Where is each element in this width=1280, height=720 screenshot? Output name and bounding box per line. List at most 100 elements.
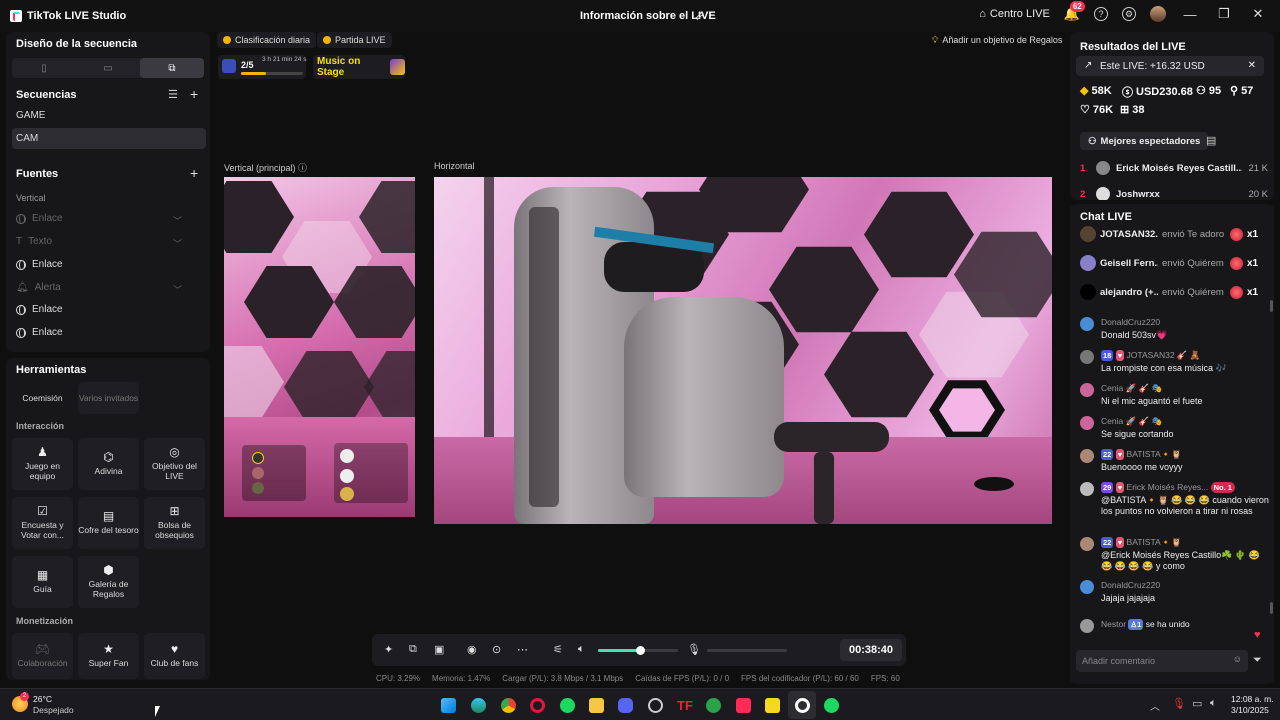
avatar[interactable] <box>1150 6 1166 22</box>
centro-live-button[interactable]: ⌂ Centro LIVE <box>979 8 1050 20</box>
maximize-icon[interactable]: ❐ <box>1214 6 1234 22</box>
edge-icon[interactable] <box>471 698 486 713</box>
share-icon[interactable]: ⇗ <box>694 8 705 24</box>
tool-super-fan[interactable]: ★ Super Fan <box>78 633 139 679</box>
sticky-notes-icon[interactable] <box>765 698 780 713</box>
gifters-stat: ⊞ 38 <box>1120 103 1145 117</box>
spotify-icon[interactable] <box>560 698 575 713</box>
windows-start-icon[interactable] <box>441 698 456 713</box>
add-source-icon[interactable]: + <box>190 165 198 181</box>
screen-add-icon[interactable]: ⧉ <box>409 643 417 656</box>
display-icon[interactable]: ▭ <box>1192 697 1202 710</box>
vertical-preview[interactable] <box>224 177 415 517</box>
tool-poll[interactable]: ☑ Encuesta y Votar con... <box>12 497 73 549</box>
audio-mixer-icon[interactable]: ⚟ <box>553 643 563 656</box>
add-sequence-icon[interactable]: + <box>190 86 198 102</box>
source-item[interactable]: Enlace <box>16 259 63 270</box>
magic-wand-icon[interactable]: ✦ <box>384 643 393 656</box>
tool-treasure-chest[interactable]: ▤ Cofre del tesoro <box>78 497 139 549</box>
sequence-item-game[interactable]: GAME <box>16 110 45 121</box>
tool-collaboration[interactable]: 🎮︎ Colaboración <box>12 633 73 679</box>
link-icon <box>16 213 26 224</box>
layer-icon[interactable]: ▣ <box>434 643 444 656</box>
chrome-icon[interactable] <box>501 698 516 713</box>
tool-team-game[interactable]: ♟ Juego en equipo <box>12 438 73 490</box>
avatar <box>1080 226 1096 242</box>
level-badge: 22 <box>1101 537 1114 548</box>
scrollbar[interactable] <box>1270 602 1273 614</box>
chevron-down-icon[interactable]: ﹀ <box>173 237 182 250</box>
record-icon[interactable]: ◉ <box>467 643 477 656</box>
list-icon[interactable]: ☰ <box>168 88 178 101</box>
dual-layout-icon[interactable]: ⧉ <box>140 58 204 78</box>
source-item[interactable]: Enlace <box>16 213 63 224</box>
horizontal-preview[interactable] <box>434 177 1052 524</box>
avatar <box>1080 449 1094 463</box>
sequence-item-cam-selected[interactable] <box>12 128 206 149</box>
quest-progress-card[interactable]: 2/5 3 h 21 min 24 s <box>218 55 306 79</box>
music-on-stage-button[interactable]: Music on Stage <box>313 55 405 79</box>
tool-multi-guest[interactable]: Varios invitados <box>78 382 139 414</box>
tiktok-icon[interactable] <box>736 698 751 713</box>
volume-knob[interactable] <box>635 646 645 655</box>
best-viewers-tab[interactable]: ⚇ Mejores espectadores <box>1080 132 1209 150</box>
spotify-icon[interactable] <box>824 698 839 713</box>
sequence-item-cam[interactable]: CAM <box>16 133 38 144</box>
volume-icon[interactable]: 🔈︎ <box>1210 697 1217 710</box>
tool-guess[interactable]: ⌬ Adivina <box>78 438 139 490</box>
help-icon[interactable]: ? <box>1094 7 1108 21</box>
tool-guide[interactable]: ▦ Guía <box>12 556 73 608</box>
tool-fan-club[interactable]: ♥ Club de fans <box>144 633 205 679</box>
microphone-icon[interactable]: 🎙︎ <box>687 643 701 656</box>
camera-icon[interactable]: ⊙ <box>492 643 501 656</box>
scrollbar[interactable] <box>1270 300 1273 312</box>
vertical-layout-icon[interactable]: ▯ <box>12 58 76 78</box>
app-logo: TikTok LIVE Studio <box>10 10 126 22</box>
chevron-down-icon[interactable]: ﹀ <box>173 214 182 227</box>
file-explorer-icon[interactable] <box>589 698 604 713</box>
daily-ranking-chip[interactable]: Clasificación diaria <box>217 32 317 48</box>
tool-gift-gallery[interactable]: ⬢ Galería de Regalos <box>78 556 139 608</box>
mic-volume-slider[interactable] <box>707 649 787 652</box>
list-view-icon[interactable]: ▤ <box>1206 134 1216 147</box>
top-viewer-row[interactable]: 2 Joshwrxx 20 K <box>1080 187 1268 200</box>
tool-live-goal[interactable]: ◎ Objetivo del LIVE <box>144 438 205 490</box>
notifications-icon[interactable]: 🔔 62 <box>1064 1 1085 22</box>
source-item[interactable]: Enlace <box>16 327 63 338</box>
tf-app-icon[interactable]: TF <box>677 698 693 713</box>
comment-input[interactable]: Añadir comentario ☺ <box>1076 650 1248 672</box>
speaker-icon[interactable]: 🔈︎ <box>578 643 585 656</box>
weather-text: Despejado <box>33 705 74 715</box>
live-match-chip[interactable]: Partida LIVE <box>317 32 392 48</box>
emoji-icon[interactable]: ☺ <box>1233 654 1242 664</box>
microphone-icon[interactable]: 🎙︎ <box>1172 697 1186 710</box>
opera-icon[interactable] <box>530 698 545 713</box>
this-live-earnings[interactable]: ↗ Este LIVE: +16.32 USD ✕ <box>1076 56 1264 76</box>
obs-icon[interactable] <box>795 698 810 713</box>
settings-icon[interactable]: ⚙ <box>1122 7 1136 21</box>
xbox-icon[interactable] <box>706 698 721 713</box>
tool-coemision[interactable]: Coemisión <box>12 382 73 414</box>
chevron-down-icon[interactable]: ﹀ <box>173 283 182 296</box>
coin-icon: ⓢ <box>1122 87 1133 99</box>
tray-chevron-icon[interactable]: ︿ <box>1150 698 1160 713</box>
speaker-volume-slider[interactable] <box>598 646 678 655</box>
link-icon <box>16 259 26 270</box>
add-gift-goal-button[interactable]: 💡︎ Añadir un objetivo de Regalos <box>926 32 1068 48</box>
info-icon[interactable]: ⓘ <box>298 163 307 173</box>
source-item[interactable]: 🔔︎ Alerta <box>16 282 61 293</box>
discord-icon[interactable] <box>618 698 633 713</box>
minimize-icon[interactable]: — <box>1180 7 1200 22</box>
horizontal-layout-icon[interactable]: ▭ <box>76 58 140 78</box>
tool-gift-bag[interactable]: ⊞ Bolsa de obsequios <box>144 497 205 549</box>
filter-icon[interactable]: ⏷ <box>1253 654 1262 667</box>
source-item[interactable]: Enlace <box>16 304 63 315</box>
viewers-icon: ⚇ <box>1196 85 1206 97</box>
close-icon[interactable]: ✕ <box>1248 6 1268 22</box>
close-icon[interactable]: ✕ <box>1248 60 1256 71</box>
source-item[interactable]: T Texto <box>16 236 52 247</box>
steam-icon[interactable] <box>648 698 663 713</box>
more-icon[interactable]: ⋯ <box>517 643 528 656</box>
sources-title: Fuentes <box>16 168 59 180</box>
top-viewer-row[interactable]: 1 Erick Moisés Reyes Castill... 21 K <box>1080 161 1268 175</box>
